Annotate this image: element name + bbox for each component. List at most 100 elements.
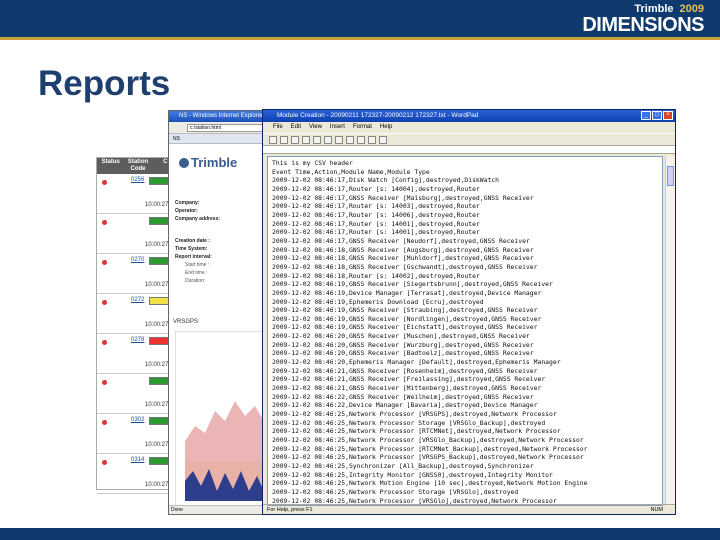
- status-dot-icon: [102, 420, 107, 425]
- station-code-link[interactable]: 0256: [131, 177, 144, 183]
- station-row[interactable]: 0278 10:00:27: [97, 334, 179, 374]
- cut-icon[interactable]: [335, 136, 343, 144]
- document-line: 2009-12-02 08:46:18,GNSS Receiver [Gschw…: [272, 262, 538, 271]
- status-dot-icon: [102, 180, 107, 185]
- document-line: 2009-12-02 08:46:25,Network Processor [V…: [272, 436, 584, 444]
- status-dot-icon: [102, 340, 107, 345]
- paste-icon[interactable]: [357, 136, 365, 144]
- station-time: 10:00:27: [145, 482, 169, 488]
- report-field-label: Report interval:: [175, 254, 212, 260]
- station-time: 10:00:27: [145, 242, 169, 248]
- menu-item-view[interactable]: View: [309, 122, 322, 133]
- menu-item-format[interactable]: Format: [353, 122, 372, 133]
- document-line: 2009-12-02 08:46:17,GNSS Receiver [Maisb…: [272, 193, 534, 202]
- undo-icon[interactable]: [368, 136, 376, 144]
- new-icon[interactable]: [269, 136, 277, 144]
- minimize-icon[interactable]: _: [641, 111, 651, 120]
- status-num-indicator: NUM: [650, 507, 663, 513]
- document-line: 2009-12-02 08:46:22,GNSS Receiver [Weilh…: [272, 392, 534, 401]
- document-line: 2009-12-02 08:46:17,GNSS Receiver [Neudo…: [272, 236, 530, 245]
- document-line: 2009-12-02 08:46:18,Router [s: 14002],de…: [272, 271, 480, 280]
- trimble-globe-icon: [179, 158, 189, 168]
- scrollbar-thumb[interactable]: [667, 166, 674, 186]
- report-field-label: Duration:: [185, 278, 206, 284]
- document-line: 2009-12-02 08:46:25,Network Processor [R…: [272, 444, 588, 453]
- station-time: 10:00:27: [145, 282, 169, 288]
- document-line: 2009-12-02 08:46:20,GNSS Receiver [Musch…: [272, 332, 530, 341]
- document-line: 2009-12-02 08:46:19,Device Manager [Terr…: [272, 288, 542, 297]
- form-spacer: [175, 223, 220, 237]
- trimble-dimensions-logo: Trimble 2009 DIMENSIONS: [582, 4, 704, 36]
- close-icon[interactable]: ×: [663, 111, 673, 120]
- wordpad-toolbar: [263, 133, 675, 146]
- find-icon[interactable]: [324, 136, 332, 144]
- document-line: 2009-12-02 08:46:21,GNSS Receiver [Mitte…: [272, 384, 542, 393]
- document-line: 2009-12-02 08:46:21,GNSS Receiver [Freil…: [272, 375, 546, 384]
- station-time: 10:00:27: [145, 402, 169, 408]
- open-icon[interactable]: [280, 136, 288, 144]
- document-line: 2009-12-02 08:46:20,GNSS Receiver [Wurzb…: [272, 340, 534, 349]
- wordpad-titlebar[interactable]: Module Creation - 20090211 172327-200902…: [263, 110, 675, 122]
- footer-band: [0, 528, 720, 540]
- document-line: 2009-12-02 08:46:17,Router [s: 14001],de…: [272, 228, 480, 237]
- document-line: This is my CSV header: [272, 159, 353, 167]
- station-row[interactable]: 0270 10:00:27: [97, 254, 179, 294]
- save-icon[interactable]: [291, 136, 299, 144]
- wordpad-scrollbar[interactable]: [665, 156, 675, 506]
- station-row[interactable]: 0314 10:00:27: [97, 454, 179, 494]
- report-field-label: Company:: [175, 200, 200, 206]
- document-line: 2009-12-02 08:46:17,Disk Watch [Config],…: [272, 176, 500, 185]
- brand-main-text: DIMENSIONS: [582, 14, 704, 36]
- station-code-link[interactable]: 0278: [131, 337, 144, 343]
- wordpad-menubar: File Edit View Insert Format Help: [263, 122, 675, 133]
- document-line: 2009-12-02 08:46:25,Integrity Monitor [G…: [272, 470, 553, 479]
- station-row[interactable]: 0256 10:00:27: [97, 174, 179, 214]
- copy-icon[interactable]: [346, 136, 354, 144]
- report-field-label: Company address:: [175, 216, 221, 222]
- station-code-link[interactable]: 0270: [131, 257, 144, 263]
- menu-item-insert[interactable]: Insert: [330, 122, 345, 133]
- ie-url-input[interactable]: c:\station.html: [187, 124, 267, 132]
- maximize-icon[interactable]: □: [652, 111, 662, 120]
- document-line: 2009-12-02 08:46:19,Ephemeris Download […: [272, 297, 484, 306]
- station-code-link[interactable]: 0272: [131, 297, 144, 303]
- report-field-label: End time :: [185, 270, 208, 276]
- station-code-link[interactable]: 0314: [131, 457, 144, 463]
- station-row[interactable]: 0302 10:00:27: [97, 414, 179, 454]
- document-line: 2009-12-02 08:46:18,GNSS Receiver [Augsb…: [272, 245, 534, 254]
- report-field-label: Creation date :: [175, 238, 211, 244]
- station-table-header: Status Station Code C: [97, 158, 179, 174]
- station-row[interactable]: 10:00:27: [97, 214, 179, 254]
- header-station-code: Station Code: [127, 159, 149, 172]
- station-row[interactable]: 10:00:27: [97, 374, 179, 414]
- status-dot-icon: [102, 300, 107, 305]
- document-line: 2009-12-02 08:46:25,Network Motion Engin…: [272, 479, 588, 488]
- header-band: Trimble 2009 DIMENSIONS: [0, 0, 720, 40]
- status-dot-icon: [102, 220, 107, 225]
- station-time: 10:00:27: [145, 442, 169, 448]
- menu-item-file[interactable]: File: [273, 122, 283, 133]
- date-time-icon[interactable]: [379, 136, 387, 144]
- slide-title: Reports: [38, 64, 171, 103]
- trimble-logo-text: Trimble: [191, 155, 238, 170]
- document-line: 2009-12-02 08:46:17,Router [s: 14003],de…: [272, 202, 480, 211]
- print-icon[interactable]: [302, 136, 310, 144]
- station-code-link[interactable]: 0302: [131, 417, 144, 423]
- station-row[interactable]: 0272 10:00:27: [97, 294, 179, 334]
- station-time: 10:00:27: [145, 202, 169, 208]
- menu-item-edit[interactable]: Edit: [291, 122, 301, 133]
- wordpad-window[interactable]: Module Creation - 20090211 172327-200902…: [262, 109, 676, 515]
- document-line: 2009-12-02 08:46:17,Router [s: 14001],de…: [272, 219, 480, 228]
- status-dot-icon: [102, 380, 107, 385]
- document-line: 2009-12-02 08:46:19,GNSS Receiver [Strau…: [272, 306, 538, 315]
- document-line: 2009-12-02 08:46:25,Network Processor St…: [272, 418, 546, 427]
- document-line: 2009-12-02 08:46:25,Network Processor [V…: [272, 410, 557, 419]
- trimble-logo: Trimble: [179, 155, 237, 170]
- wordpad-document[interactable]: This is my CSV header Event Time,Action,M…: [267, 156, 663, 506]
- document-line: 2009-12-02 08:46:20,Ephemeris Manager [D…: [272, 358, 561, 367]
- print-preview-icon[interactable]: [313, 136, 321, 144]
- menu-item-help[interactable]: Help: [380, 122, 392, 133]
- document-line: 2009-12-02 08:46:25,Network Processor St…: [272, 487, 519, 496]
- document-line: 2009-12-02 08:46:18,GNSS Receiver [Muhld…: [272, 254, 534, 263]
- document-line: 2009-12-02 08:46:25,Synchronizer [All_Ba…: [272, 461, 534, 470]
